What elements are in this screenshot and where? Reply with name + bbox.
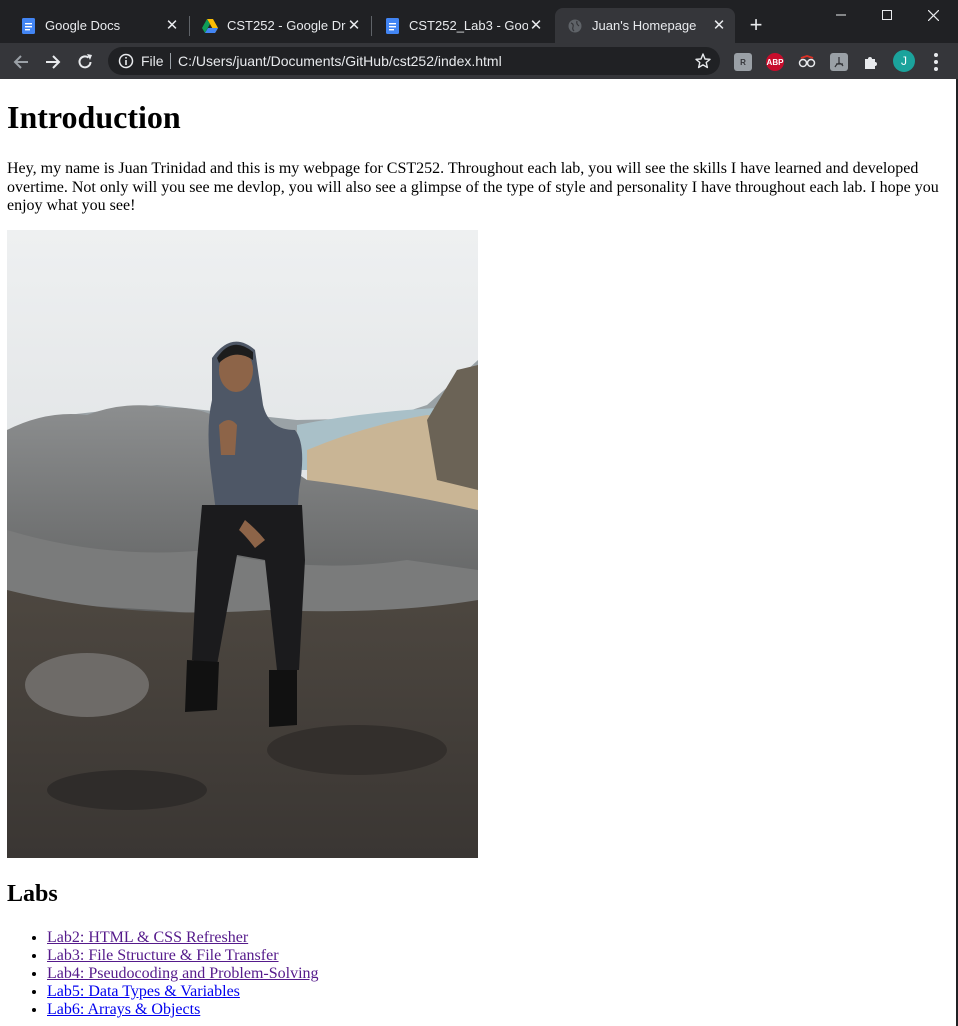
lab5-link[interactable]: Lab5: Data Types & Variables (47, 983, 240, 1000)
lab2-link[interactable]: Lab2: HTML & CSS Refresher (47, 929, 248, 946)
labs-list: Lab2: HTML & CSS Refresher Lab3: File St… (7, 929, 319, 1019)
tab-title: CST252 - Google Drive (227, 18, 346, 33)
tab-google-docs[interactable]: Google Docs ✕ (8, 8, 188, 43)
back-button[interactable] (10, 51, 32, 73)
address-bar[interactable]: File C:/Users/juant/Documents/GitHub/cst… (108, 47, 720, 75)
new-tab-button[interactable]: + (745, 14, 767, 36)
close-tab-icon[interactable]: ✕ (164, 17, 180, 34)
extension-r-icon[interactable]: R (734, 53, 752, 71)
reload-button[interactable] (74, 51, 96, 73)
browser-menu-icon[interactable] (929, 53, 943, 71)
list-item: Lab4: Pseudocoding and Problem-Solving (47, 965, 319, 983)
globe-icon (567, 18, 583, 34)
adblock-plus-icon[interactable]: ABP (766, 53, 784, 71)
list-item: Lab5: Data Types & Variables (47, 983, 319, 1001)
close-tab-icon[interactable]: ✕ (711, 17, 727, 34)
forward-button[interactable] (42, 51, 64, 73)
lab3-link[interactable]: Lab3: File Structure & File Transfer (47, 947, 279, 964)
tab-title: Google Docs (45, 18, 121, 33)
close-tab-icon[interactable]: ✕ (528, 17, 544, 34)
list-item: Lab6: Arrays & Objects (47, 1001, 319, 1019)
browser-titlebar: Google Docs ✕ CST252 - Google Drive ✕ CS… (0, 0, 958, 43)
google-docs-icon (20, 17, 36, 34)
tab-cst252-drive[interactable]: CST252 - Google Drive ✕ (190, 8, 370, 43)
extension-spy-icon[interactable] (798, 53, 816, 71)
minimize-button[interactable] (818, 0, 864, 30)
page-content: Introduction Hey, my name is Juan Trinid… (0, 79, 956, 1026)
tab-juans-homepage[interactable]: Juan's Homepage ✕ (555, 8, 735, 43)
address-url[interactable]: C:/Users/juant/Documents/GitHub/cst252/i… (178, 53, 502, 69)
labs-heading: Labs (7, 881, 58, 907)
intro-paragraph: Hey, my name is Juan Trinidad and this i… (7, 160, 939, 214)
close-window-button[interactable] (910, 0, 956, 30)
tab-cst252-lab3[interactable]: CST252_Lab3 - Google Docs ✕ (372, 8, 552, 43)
address-scheme: File (141, 53, 164, 69)
page-heading: Introduction (7, 99, 181, 135)
puzzle-icon[interactable] (862, 53, 880, 71)
bookmark-star-icon[interactable] (694, 52, 712, 70)
profile-photo (7, 230, 478, 858)
google-docs-icon (384, 17, 400, 34)
info-icon[interactable] (118, 53, 134, 69)
address-divider (170, 53, 171, 69)
list-item: Lab2: HTML & CSS Refresher (47, 929, 319, 947)
list-item: Lab3: File Structure & File Transfer (47, 947, 319, 965)
acrobat-icon[interactable] (830, 53, 848, 71)
google-drive-icon (202, 18, 218, 34)
tab-title: Juan's Homepage (592, 18, 697, 33)
tab-title: CST252_Lab3 - Google Docs (409, 18, 528, 33)
lab4-link[interactable]: Lab4: Pseudocoding and Problem-Solving (47, 965, 319, 982)
maximize-button[interactable] (864, 0, 910, 30)
profile-avatar[interactable]: J (893, 50, 915, 72)
lab6-link[interactable]: Lab6: Arrays & Objects (47, 1001, 200, 1018)
close-tab-icon[interactable]: ✕ (346, 17, 362, 34)
